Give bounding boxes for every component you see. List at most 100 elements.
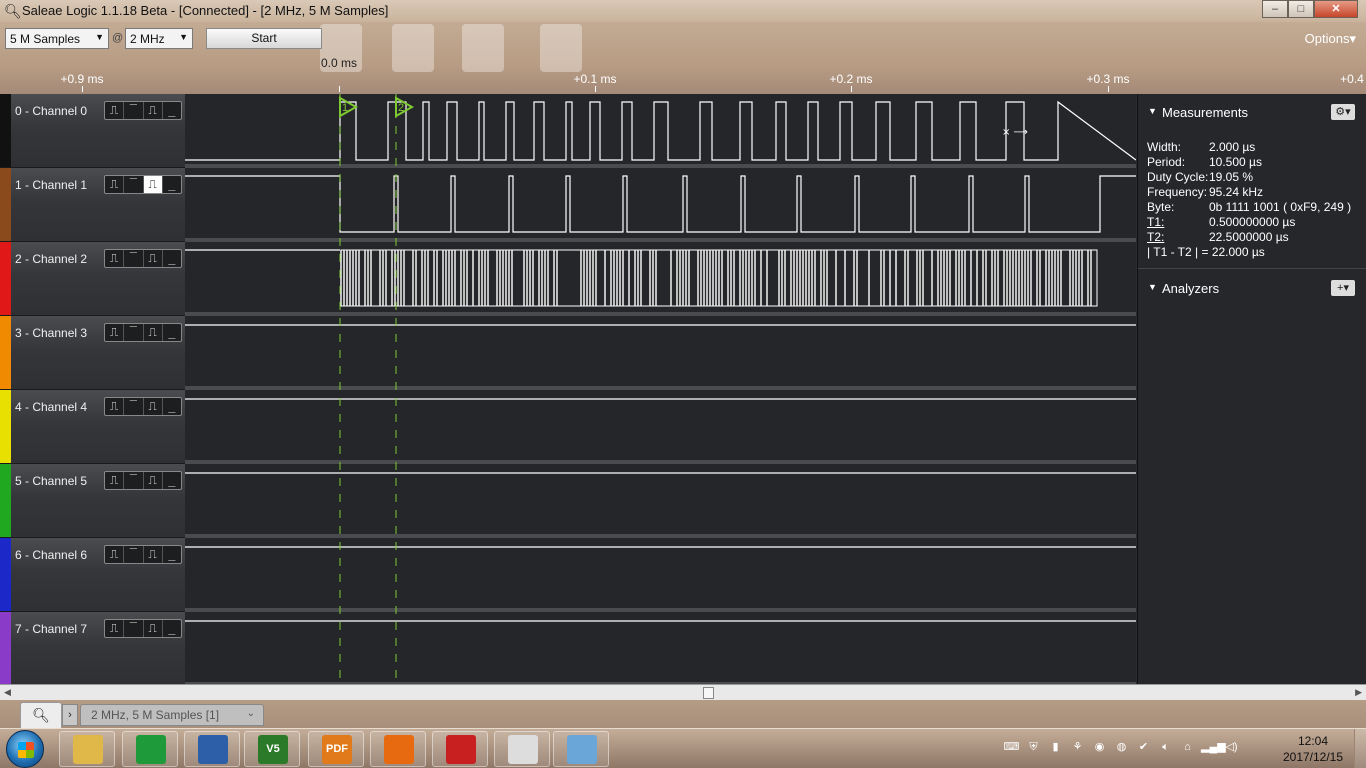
background-desktop-icon — [392, 24, 434, 72]
time-label: +0.3 ms — [1086, 72, 1130, 86]
globe-icon[interactable]: ◍ — [1113, 739, 1130, 755]
measurement-value: 19.05 % — [1209, 170, 1254, 184]
measurements-list: Width: 2.000 µs Period: 10.500 µs Duty Cyc… — [1147, 140, 1351, 260]
tab-nav-button[interactable]: › — [62, 704, 78, 726]
start-menu-button[interactable] — [6, 730, 44, 768]
time-tick — [82, 86, 83, 92]
channel-1-trace — [185, 175, 1136, 233]
windows-taskbar: V5 PDF ⌨ ⛨ ▮ ⚘ ◉ ◍ ✔ 🔈︎ ⌂ ▂▄▆ ◁) 12:04 20… — [0, 728, 1366, 768]
measurement-row: T2: 22.5000000 µs — [1147, 230, 1351, 245]
measurement-row: Duty Cycle: 19.05 % — [1147, 170, 1351, 185]
pdf-app-taskbar-button[interactable]: PDF — [308, 731, 364, 767]
time-difference: | T1 - T2 | = 22.000 µs — [1147, 245, 1265, 259]
shield-icon[interactable]: ⛨ — [1025, 739, 1042, 755]
channel-area: 0 - Channel 0 ⎍ ‾ ⎍ _ 1 - Channel 1 ⎍ ‾ ⎍ _ 2 - Ch… — [0, 94, 1136, 686]
measurement-value: 0.500000000 µs — [1209, 215, 1296, 229]
window-title: Saleae Logic 1.1.18 Beta - [Connected] -… — [22, 3, 389, 18]
horizontal-scrollbar[interactable]: ◀ ▶ — [0, 684, 1366, 700]
battery-icon[interactable]: ▮ — [1047, 739, 1064, 755]
measurement-row: Width: 2.000 µs — [1147, 140, 1351, 155]
saleae-app-taskbar-button[interactable] — [184, 731, 240, 767]
measurements-header[interactable]: ▼ Measurements ⚙▾ — [1138, 98, 1366, 126]
samples-select[interactable]: 5 M Samples ▼ — [5, 28, 109, 49]
measurement-key: Duty Cycle: — [1147, 170, 1209, 184]
collapse-triangle-icon: ▼ — [1148, 106, 1157, 116]
keyboard-icon[interactable]: ⌨ — [1003, 739, 1020, 755]
measurement-row: Frequency: 95.24 kHz — [1147, 185, 1351, 200]
measurement-row: T1: 0.500000000 µs — [1147, 215, 1351, 230]
file-explorer-icon — [73, 735, 103, 764]
analyzers-header[interactable]: ▼ Analyzers +▾ — [1138, 274, 1366, 302]
dropdown-arrow-icon: ▼ — [95, 32, 104, 42]
search-icon: 🔍︎ — [32, 707, 50, 723]
green-app-taskbar-button[interactable] — [122, 731, 178, 767]
time-label: +0.1 ms — [573, 72, 617, 86]
tab-session[interactable]: 2 MHz, 5 M Samples [1] ⌄ — [80, 704, 264, 726]
channel-2-trace — [185, 249, 1098, 307]
vs-app-taskbar-button[interactable]: V5 — [244, 731, 300, 767]
gear-icon[interactable]: ⚙▾ — [1331, 104, 1355, 120]
window-controls: – □ ✕ — [1262, 0, 1358, 18]
volume-icon[interactable]: 🔈︎ — [1157, 739, 1174, 755]
nvidia-icon[interactable]: ◉ — [1091, 739, 1108, 755]
add-analyzer-icon[interactable]: +▾ — [1331, 280, 1355, 296]
t1-link[interactable]: T1: — [1147, 215, 1209, 230]
signal-icon[interactable]: ▂▄▆ — [1201, 739, 1226, 755]
clock-time: 12:04 — [1297, 734, 1329, 748]
measurement-key: Period: — [1147, 155, 1186, 169]
close-button[interactable]: ✕ — [1314, 0, 1358, 18]
scroll-left-icon[interactable]: ◀ — [4, 687, 11, 698]
cards-game-icon — [446, 735, 476, 764]
chevron-down-icon[interactable]: ⌄ — [247, 708, 255, 719]
measurement-cursor-icon: × ⟶ — [1002, 127, 1028, 138]
background-desktop-icon — [540, 24, 582, 72]
start-button[interactable]: Start — [206, 28, 322, 49]
network-app-icon[interactable]: ⚘ — [1069, 739, 1086, 755]
measurement-key: Width: — [1147, 140, 1182, 154]
saleae-logo-icon: 🔍︎ — [4, 3, 22, 19]
sample-rate-select[interactable]: 2 MHz ▼ — [125, 28, 193, 49]
timing-marker-label: 2 — [398, 102, 404, 114]
panel-divider — [1138, 268, 1366, 269]
dropdown-arrow-icon: ▼ — [179, 32, 188, 42]
clock[interactable]: 12:04 2017/12/15 — [1278, 733, 1348, 765]
speaker-icon[interactable]: ◁) — [1223, 739, 1240, 755]
minimize-button[interactable]: – — [1262, 0, 1288, 18]
analyzers-title: Analyzers — [1162, 281, 1220, 296]
file-explorer-taskbar-button[interactable] — [59, 731, 115, 767]
safely-remove-icon[interactable]: ✔ — [1135, 739, 1152, 755]
show-desktop-button[interactable] — [1354, 729, 1366, 768]
options-menu[interactable]: Options▾ — [1305, 31, 1356, 47]
time-tick — [851, 86, 852, 92]
measurement-value: 22.5000000 µs — [1209, 230, 1289, 244]
pdf-app-icon: PDF — [322, 735, 352, 764]
background-desktop-icon — [462, 24, 504, 72]
measurement-value: 0b 1111 1001 ( 0xF9, 249 ) — [1209, 200, 1352, 214]
side-panel: ▼ Measurements ⚙▾ Width: 2.000 µs Period:… — [1137, 94, 1366, 684]
waveform-canvas[interactable]: 1 2 × ⟶ — [0, 94, 1136, 684]
uc-browser-icon — [384, 735, 414, 764]
scroll-right-icon[interactable]: ▶ — [1355, 687, 1362, 698]
notes-app-icon — [567, 735, 597, 764]
measurement-key: Frequency: — [1147, 185, 1208, 199]
search-tab[interactable]: 🔍︎ — [20, 702, 62, 728]
measurement-value: 95.24 kHz — [1209, 185, 1264, 199]
sd-tool-taskbar-button[interactable] — [494, 731, 550, 767]
toolbar: 5 M Samples ▼ @ 2 MHz ▼ Start Options▾ 0… — [0, 22, 1366, 94]
session-tabs-bar: 🔍︎ › 2 MHz, 5 M Samples [1] ⌄ — [0, 700, 1366, 728]
system-tray: ⌨ ⛨ ▮ ⚘ ◉ ◍ ✔ 🔈︎ ⌂ ▂▄▆ ◁) — [1003, 739, 1240, 755]
scroll-thumb[interactable] — [703, 687, 714, 699]
measurement-key: Byte: — [1147, 200, 1175, 214]
t2-link[interactable]: T2: — [1147, 230, 1209, 245]
notes-app-taskbar-button[interactable] — [553, 731, 609, 767]
title-bar: 🔍︎ Saleae Logic 1.1.18 Beta - [Connected… — [0, 0, 1366, 22]
time-label: +0.9 ms — [60, 72, 104, 86]
cards-game-taskbar-button[interactable] — [432, 731, 488, 767]
collapse-triangle-icon: ▼ — [1148, 282, 1157, 292]
maximize-button[interactable]: □ — [1288, 0, 1314, 18]
sample-rate-value: 2 MHz — [130, 32, 165, 46]
sd-tool-icon — [508, 735, 538, 764]
measurement-value: 10.500 µs — [1209, 155, 1262, 169]
uc-browser-taskbar-button[interactable] — [370, 731, 426, 767]
usb-icon[interactable]: ⌂ — [1179, 739, 1196, 755]
